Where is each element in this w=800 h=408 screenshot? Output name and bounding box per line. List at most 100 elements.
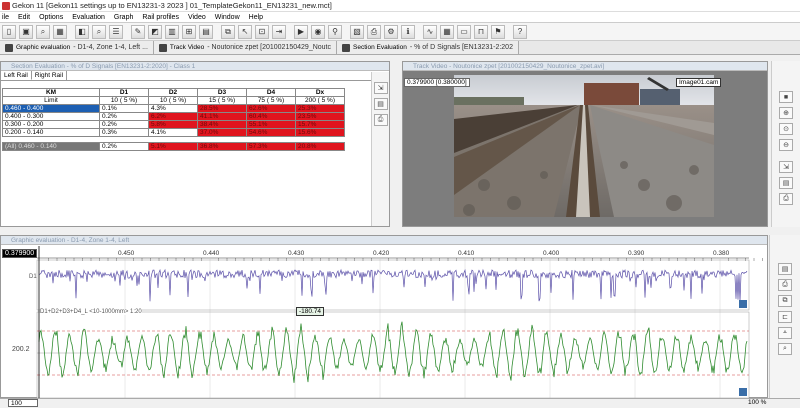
tab-graphic-evaluation[interactable]: Graphic evaluation - D1-4, Zone 1-4, Lef… [0, 41, 154, 54]
menu-window[interactable]: Window [215, 12, 240, 23]
graph-icon[interactable]: ∿ [423, 24, 437, 39]
row-d4[interactable]: 62.6% [246, 104, 296, 113]
menu-help[interactable]: Help [249, 12, 263, 23]
table-row[interactable]: 0.300 - 0.200 0.2% 5.8% 38.4% 55.1% 15.7… [2, 120, 345, 129]
settings-icon[interactable]: ⚙ [384, 24, 398, 39]
row-km[interactable]: 0.200 - 0.140 [2, 128, 100, 137]
view-icon[interactable]: ◧ [75, 24, 89, 39]
total-row[interactable]: (All) 0.460 - 0.140 0.2% 5.1% 36.8% 57.3… [2, 142, 345, 151]
row-dx[interactable]: 23.5% [295, 112, 345, 121]
profile-icon[interactable]: ◩ [148, 24, 162, 39]
zoom-input[interactable]: 100 [8, 399, 38, 407]
info-icon[interactable]: ℹ [401, 24, 415, 39]
chart-icon[interactable]: ▥ [165, 24, 179, 39]
zoom-fit-icon[interactable]: ⊙ [779, 123, 793, 135]
channel2-zoom-icon[interactable] [739, 388, 747, 396]
limit-dx: 200 ( 5 %) [295, 96, 345, 105]
table-settings-icon[interactable]: ▤ [373, 98, 388, 110]
table-row[interactable]: 0.200 - 0.140 0.3% 4.1% 37.0% 54.6% 15.6… [2, 128, 345, 137]
row-d2[interactable]: 4.1% [148, 128, 198, 137]
camera-icon[interactable]: ◉ [311, 24, 325, 39]
graph-zoom-icon[interactable]: ⌕ [778, 343, 792, 355]
row-d3[interactable]: 41.1% [197, 112, 247, 121]
cursor-icon[interactable]: ↖ [238, 24, 252, 39]
row-dx[interactable]: 15.6% [295, 128, 345, 137]
report-icon[interactable]: ▧ [350, 24, 364, 39]
video-icon[interactable]: ▶ [294, 24, 308, 39]
magnifier-icon[interactable]: ⌕ [92, 24, 106, 39]
list-icon[interactable]: ☰ [109, 24, 123, 39]
graph-marker-icon[interactable]: ⊏ [778, 311, 792, 323]
print-icon[interactable]: ⎙ [367, 24, 381, 39]
video-settings-icon[interactable]: ▤ [779, 177, 793, 189]
row-d4[interactable]: 55.1% [246, 120, 296, 129]
graph-copy-icon[interactable]: ⧉ [778, 295, 792, 307]
row-d1[interactable]: 0.2% [99, 112, 149, 121]
total-d1[interactable]: 0.2% [99, 142, 149, 151]
flag-icon[interactable]: ⚑ [491, 24, 505, 39]
menu-options[interactable]: Options [39, 12, 63, 23]
zoom-in-icon[interactable]: ⊕ [779, 107, 793, 119]
measure-icon[interactable]: ⊡ [255, 24, 269, 39]
filter-icon[interactable]: ⚲ [328, 24, 342, 39]
total-km[interactable]: (All) 0.460 - 0.140 [2, 142, 100, 151]
total-dx[interactable]: 20.8% [295, 142, 345, 151]
total-d2[interactable]: 5.1% [148, 142, 198, 151]
table-row[interactable]: 0.400 - 0.300 0.2% 6.2% 41.1% 60.4% 23.5… [2, 112, 345, 121]
table-print-icon[interactable]: ⎙ [373, 114, 388, 126]
tab-left-rail[interactable]: Left Rail [1, 71, 32, 80]
row-d1[interactable]: 0.1% [99, 104, 149, 113]
track-camera-image[interactable] [454, 75, 714, 217]
table-icon[interactable]: ▦ [440, 24, 454, 39]
row-km[interactable]: 0.400 - 0.300 [2, 112, 100, 121]
menu-video[interactable]: Video [188, 12, 206, 23]
row-d1[interactable]: 0.3% [99, 128, 149, 137]
row-dx[interactable]: 15.7% [295, 120, 345, 129]
tab-right-rail[interactable]: Right Rail [32, 71, 68, 80]
pen-icon[interactable]: ✎ [131, 24, 145, 39]
video-export-icon[interactable]: ⇲ [779, 161, 793, 173]
tab-section-evaluation[interactable]: Section Evaluation - % of D Signals [EN1… [337, 41, 519, 54]
row-d3[interactable]: 38.4% [197, 120, 247, 129]
row-d4[interactable]: 60.4% [246, 112, 296, 121]
row-d3[interactable]: 28.5% [197, 104, 247, 113]
row-d2[interactable]: 4.3% [148, 104, 198, 113]
graph-scale-icon[interactable]: ⩡ [778, 327, 792, 339]
row-d2[interactable]: 5.8% [148, 120, 198, 129]
row-km[interactable]: 0.300 - 0.200 [2, 120, 100, 129]
zoom-icon[interactable]: ⌕ [36, 24, 50, 39]
row-dx[interactable]: 25.3% [295, 104, 345, 113]
video-stop-icon[interactable]: ■ [779, 91, 793, 103]
total-d3[interactable]: 36.8% [197, 142, 247, 151]
video-print-icon[interactable]: ⎙ [779, 193, 793, 205]
signal-graph[interactable]: 0.450 0.440 0.430 0.420 0.410 0.400 0.390 0.380… [1, 246, 767, 398]
row-km[interactable]: 0.460 - 0.400 [2, 104, 100, 113]
menu-evaluation[interactable]: Evaluation [72, 12, 105, 23]
open-file-icon[interactable]: ▣ [19, 24, 33, 39]
table-export-icon[interactable]: ⇲ [373, 82, 388, 94]
export-icon[interactable]: ⇥ [272, 24, 286, 39]
channel1-zoom-icon[interactable] [739, 300, 747, 308]
row-d1[interactable]: 0.2% [99, 120, 149, 129]
row-d2[interactable]: 6.2% [148, 112, 198, 121]
table-row[interactable]: 0.460 - 0.400 0.1% 4.3% 28.5% 62.6% 25.3… [2, 104, 345, 113]
compare-icon[interactable]: ⧉ [221, 24, 235, 39]
menu-edit[interactable]: Edit [18, 12, 30, 23]
rail-icon[interactable]: ⊞ [182, 24, 196, 39]
graph-list-icon[interactable]: ▤ [778, 263, 792, 275]
total-d4[interactable]: 57.3% [246, 142, 296, 151]
menu-graph[interactable]: Graph [114, 12, 133, 23]
tab-track-video[interactable]: Track Video - Noutonice zpet [2010021504… [153, 41, 337, 54]
help-icon[interactable]: ? [513, 24, 527, 39]
window-icon[interactable]: ▭ [457, 24, 471, 39]
zoom-out-icon[interactable]: ⊖ [779, 139, 793, 151]
layout-icon[interactable]: ▦ [53, 24, 67, 39]
row-d4[interactable]: 54.6% [246, 128, 296, 137]
row-d3[interactable]: 37.0% [197, 128, 247, 137]
graph-print-icon[interactable]: ⎙ [778, 279, 792, 291]
rail-profile-icon[interactable]: ⊓ [474, 24, 488, 39]
menu-rail-profiles[interactable]: Rail profiles [142, 12, 179, 23]
new-file-icon[interactable]: ▯ [2, 24, 16, 39]
menu-file[interactable]: ile [2, 12, 9, 23]
grid-icon[interactable]: ▤ [199, 24, 213, 39]
